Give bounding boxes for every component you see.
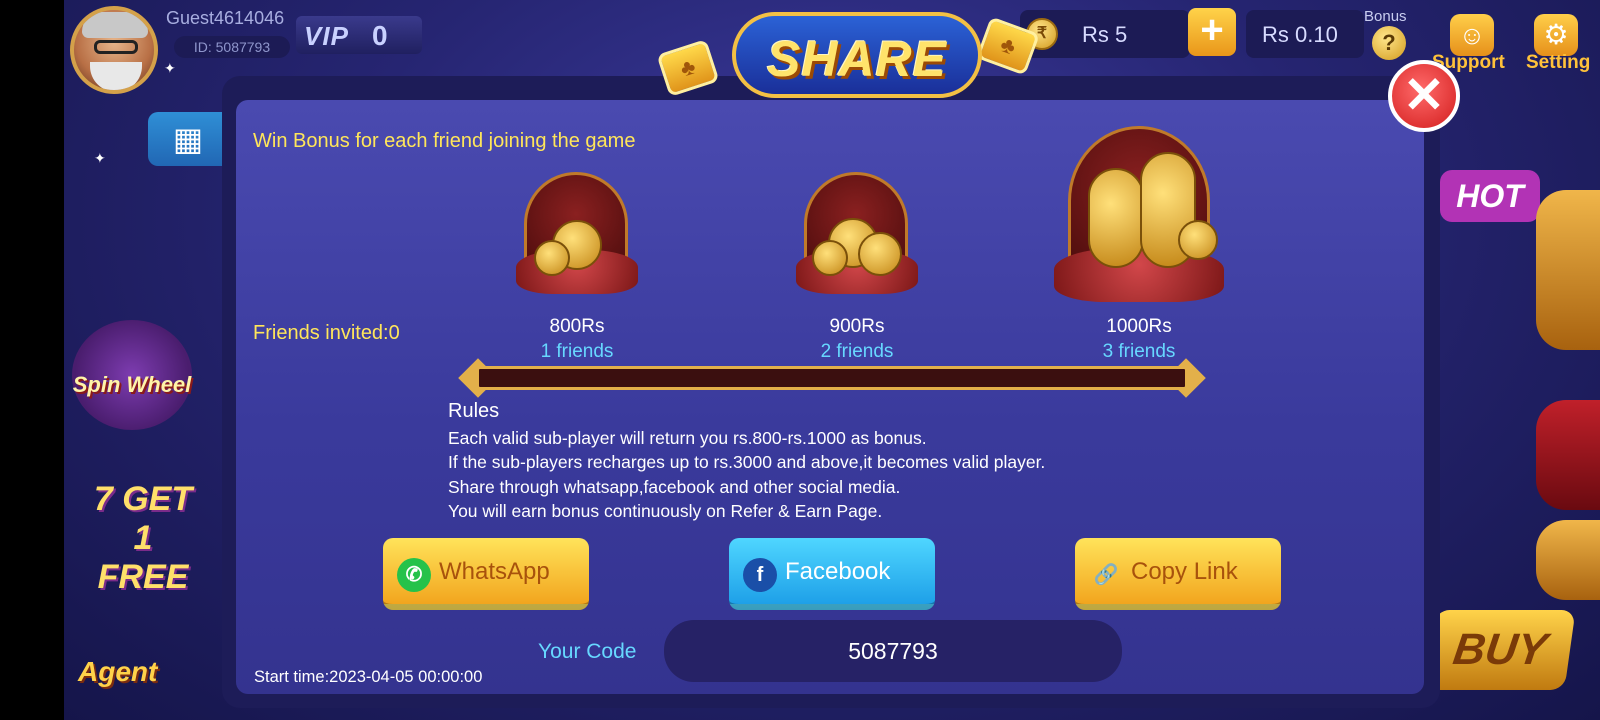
coin-icon [858,232,902,276]
rule-line: Share through whatsapp,facebook and othe… [448,477,901,497]
coin-icon [1178,220,1218,260]
copy-link-button[interactable]: 🔗 Copy Link [1075,538,1281,610]
coin-icon [812,240,848,276]
your-code-label: Your Code [538,640,637,663]
close-icon[interactable]: ✕ [1388,60,1460,132]
vip-label: VIP [304,21,349,51]
sparkle-icon: ✦ [94,150,106,166]
reward-tier: 900Rs 2 friends [772,170,942,362]
reward-amount: 900Rs [829,316,885,337]
invite-progress-bar [458,358,1206,398]
whatsapp-icon: ✆ [397,558,431,592]
referral-code-field[interactable]: 5087793 [664,620,1122,682]
spin-wheel-label: Spin Wheel [72,372,192,397]
friends-invited-count: Friends invited:0 [253,322,400,344]
bonus-help-icon[interactable]: ? [1372,26,1406,60]
balance-box: ₹ Rs 5 [1020,10,1190,58]
buy-button[interactable]: BUY [1424,610,1576,690]
spin-wheel-game[interactable]: Spin Wheel [72,320,192,430]
dialog-title: SHARE [766,31,948,87]
bonus-value: Rs 0.10 [1262,22,1338,47]
reward-tier: 1000Rs 3 friends [1054,124,1224,362]
user-id: ID: 5087793 [174,36,290,58]
right-game-tile[interactable] [1536,190,1600,350]
rule-line: Each valid sub-player will return you rs… [448,428,927,448]
reward-friends: 3 friends [1102,341,1176,362]
start-time: Start time:2023-04-05 00:00:00 [254,668,483,686]
card-icon: ♣ [656,39,720,97]
vip-badge[interactable]: VIP 0 [296,16,422,54]
win-bonus-subtitle: Win Bonus for each friend joining the ga… [253,130,636,152]
right-game-tile[interactable] [1536,520,1600,600]
gear-icon[interactable]: ⚙ [1534,14,1578,56]
bonus-box: Rs 0.10 [1246,10,1364,58]
sparkle-icon: ✦ [164,60,176,76]
avatar[interactable] [70,6,158,94]
rule-line: You will earn bonus continuously on Refe… [448,501,883,521]
support-icon[interactable]: ☺ [1450,14,1494,56]
agent-game[interactable]: Agent [68,600,188,700]
setting-label[interactable]: Setting [1526,52,1590,74]
referral-code-value: 5087793 [848,638,938,664]
seven-get-label: 7 GET 1 FREE [93,480,193,596]
copy-link-label: Copy Link [1131,558,1238,585]
reward-amount: 1000Rs [1106,316,1172,337]
rules-heading: Rules [448,400,500,422]
reward-tier: 800Rs 1 friends [492,170,662,362]
coin-icon [534,240,570,276]
username: Guest4614046 [166,8,285,28]
reward-amount: 800Rs [549,316,605,337]
seven-get-one-free-game[interactable]: 7 GET 1 FREE [88,480,198,596]
link-icon: 🔗 [1093,564,1119,586]
add-funds-button[interactable]: + [1188,8,1236,56]
reward-friends: 1 friends [540,341,614,362]
facebook-label: Facebook [785,558,891,585]
vip-level: 0 [372,20,388,51]
agent-label: Agent [78,656,158,687]
share-title-banner: ♣ ♣ SHARE [656,6,1040,102]
whatsapp-label: WhatsApp [439,558,550,585]
bonus-label: Bonus [1364,8,1407,25]
menu-grid-icon[interactable]: ▦ [148,112,228,166]
right-car-tile[interactable] [1536,400,1600,510]
reward-friends: 2 friends [820,341,894,362]
rule-line: If the sub-players recharges up to rs.30… [448,452,1046,472]
coin-stack-icon [1088,168,1144,268]
hot-badge[interactable]: HOT [1440,170,1540,222]
balance-value: Rs 5 [1082,22,1128,47]
whatsapp-share-button[interactable]: ✆ WhatsApp [383,538,589,610]
facebook-icon: f [743,558,777,592]
facebook-share-button[interactable]: f Facebook [729,538,935,610]
